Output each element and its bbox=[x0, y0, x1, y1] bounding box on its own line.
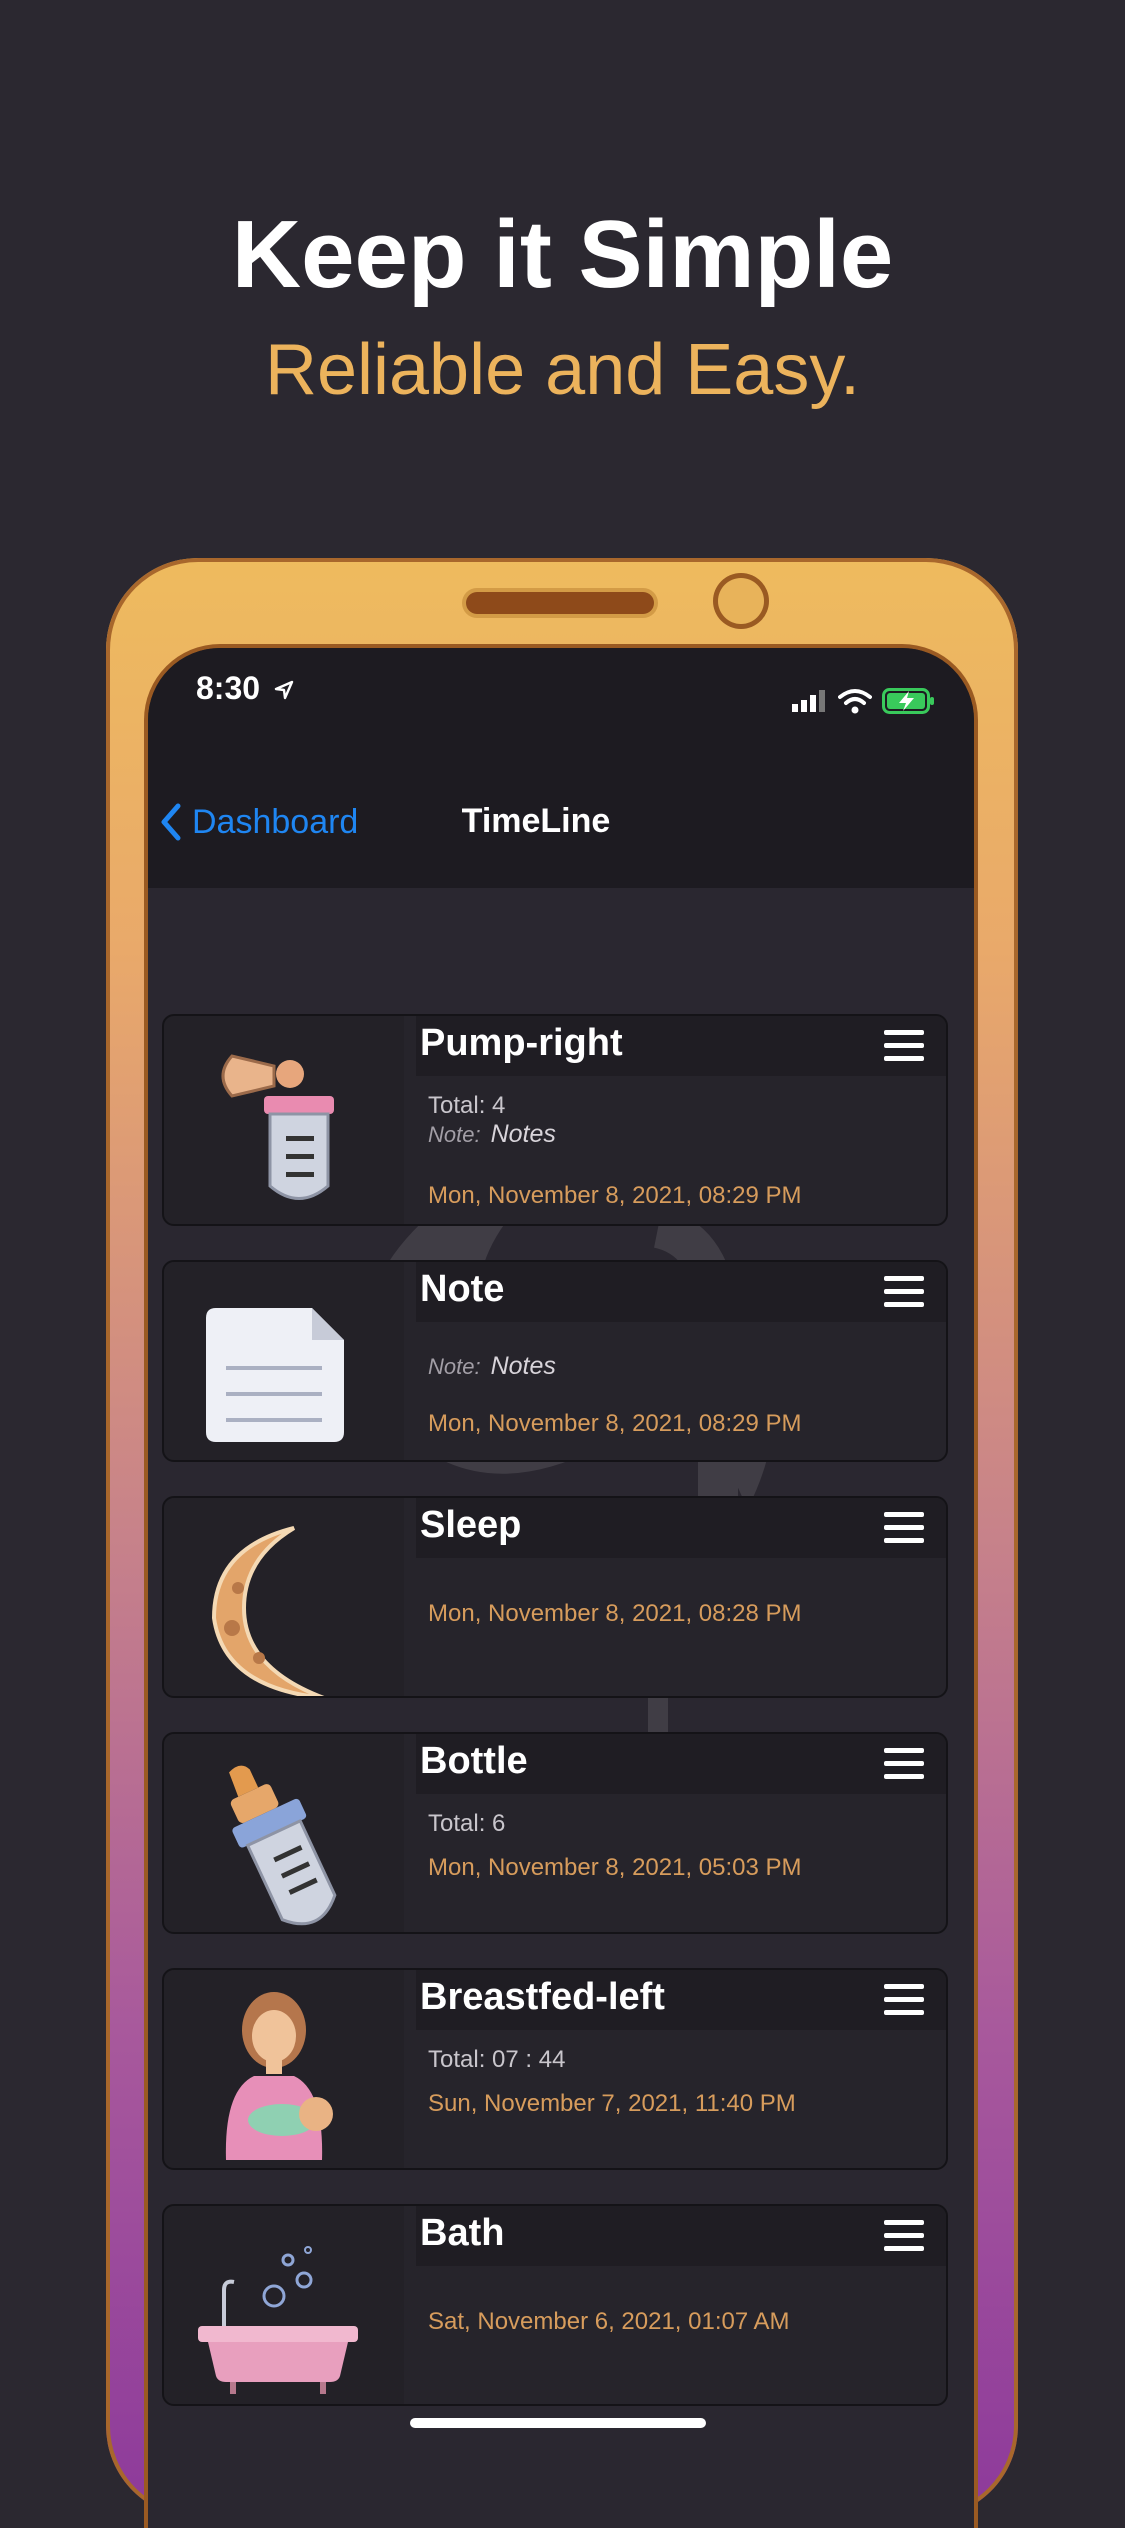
entry-title: Breastfed-left bbox=[420, 1976, 665, 2018]
phone-frame: 8:30 Dashboard TimeLine Pump-right Total… bbox=[106, 558, 1018, 2528]
note-label: Note: bbox=[428, 1354, 481, 1379]
entry-date: Sun, November 7, 2021, 11:40 PM bbox=[428, 2090, 796, 2117]
entry-thumbnail bbox=[164, 1262, 404, 1460]
entry-title: Bath bbox=[420, 2212, 505, 2254]
timeline-entry-breastfed-left[interactable]: Breastfed-left Total: 07 : 44 Sun, Novem… bbox=[162, 1968, 948, 2170]
timeline-entry-note[interactable]: Note Note: Notes Mon, November 8, 2021, 0… bbox=[162, 1260, 948, 1462]
timeline-entry-bottle[interactable]: Bottle Total: 6 Mon, November 8, 2021, 0… bbox=[162, 1732, 948, 1934]
entry-note: Note: Notes bbox=[428, 1120, 556, 1149]
nav-bar: Dashboard TimeLine bbox=[148, 748, 974, 888]
wifi-icon bbox=[838, 689, 872, 714]
hero-title: Keep it Simple bbox=[231, 201, 894, 308]
entry-date: Mon, November 8, 2021, 05:03 PM bbox=[428, 1854, 802, 1881]
hamburger-menu-icon[interactable] bbox=[884, 1984, 924, 2018]
entry-date: Mon, November 8, 2021, 08:29 PM bbox=[428, 1182, 802, 1209]
entry-note: Note: Notes bbox=[428, 1352, 556, 1381]
entry-date: Sat, November 6, 2021, 01:07 AM bbox=[428, 2308, 790, 2335]
entry-thumbnail bbox=[164, 1970, 404, 2168]
breastfeeding-mother-icon bbox=[225, 1992, 333, 2160]
note-value: Notes bbox=[490, 1120, 556, 1148]
battery-icon bbox=[882, 688, 934, 714]
location-arrow-icon bbox=[274, 680, 294, 700]
bathtub-icon bbox=[198, 2246, 358, 2394]
phone-speaker bbox=[466, 592, 654, 614]
hamburger-menu-icon[interactable] bbox=[884, 1748, 924, 1782]
entry-thumbnail bbox=[164, 1734, 404, 1932]
entry-thumbnail bbox=[164, 2206, 404, 2404]
moon-icon bbox=[211, 1526, 325, 1696]
hamburger-menu-icon[interactable] bbox=[884, 2220, 924, 2254]
document-icon bbox=[206, 1308, 344, 1442]
page-title-text: TimeLine bbox=[461, 802, 611, 840]
timeline-entry-pump-right[interactable]: Pump-right Total: 4 Note: Notes Mon, Nove… bbox=[162, 1014, 948, 1226]
entry-thumbnail bbox=[164, 1498, 404, 1696]
entry-title: Bottle bbox=[420, 1740, 528, 1782]
entry-date: Mon, November 8, 2021, 08:29 PM bbox=[428, 1410, 802, 1437]
hamburger-menu-icon[interactable] bbox=[884, 1512, 924, 1546]
timeline-entry-bath[interactable]: Bath Sat, November 6, 2021, 01:07 AM bbox=[162, 2204, 948, 2406]
page-title: TimeLine bbox=[148, 802, 974, 841]
note-value: Notes bbox=[490, 1352, 556, 1380]
status-time: 8:30 bbox=[196, 670, 295, 707]
status-bar: 8:30 bbox=[148, 648, 974, 748]
status-time-text: 8:30 bbox=[196, 670, 261, 706]
entry-total: Total: 07 : 44 bbox=[428, 2046, 566, 2073]
entry-total: Total: 4 bbox=[428, 1092, 506, 1119]
timeline-entry-sleep[interactable]: Sleep Mon, November 8, 2021, 08:28 PM bbox=[162, 1496, 948, 1698]
phone-screen: 8:30 Dashboard TimeLine Pump-right Total… bbox=[148, 648, 974, 2528]
signal-icon bbox=[792, 690, 825, 712]
entry-total: Total: 6 bbox=[428, 1810, 506, 1837]
entry-title: Note bbox=[420, 1268, 505, 1310]
baby-bottle-icon bbox=[229, 1765, 337, 1926]
breast-pump-icon bbox=[221, 1054, 334, 1200]
hero-subtitle: Reliable and Easy. bbox=[264, 330, 861, 410]
entry-title: Sleep bbox=[420, 1504, 522, 1546]
hamburger-menu-icon[interactable] bbox=[884, 1276, 924, 1310]
home-indicator[interactable] bbox=[410, 2418, 706, 2428]
hamburger-menu-icon[interactable] bbox=[884, 1030, 924, 1064]
note-label: Note: bbox=[428, 1122, 481, 1147]
entry-thumbnail bbox=[164, 1016, 404, 1224]
phone-camera bbox=[718, 578, 764, 624]
entry-title: Pump-right bbox=[420, 1022, 623, 1064]
entry-date: Mon, November 8, 2021, 08:28 PM bbox=[428, 1600, 802, 1627]
